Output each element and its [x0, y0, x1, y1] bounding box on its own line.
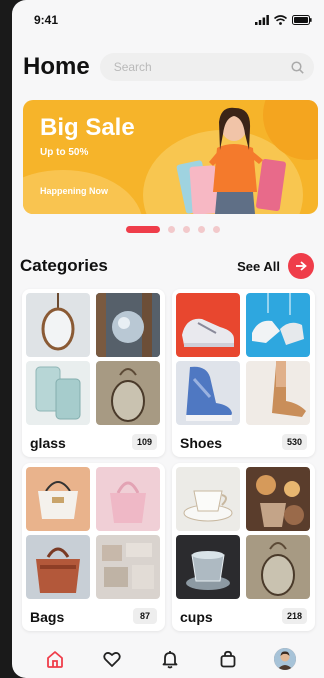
- phone-screen: 9:41 Home Search Big Sale Up to 50% Happ…: [12, 0, 324, 678]
- status-bar: 9:41: [12, 0, 324, 40]
- carousel-dot[interactable]: [198, 225, 205, 233]
- heart-icon[interactable]: [102, 649, 122, 669]
- category-name: glass: [30, 435, 66, 451]
- product-thumbnail: [26, 293, 90, 357]
- nav-home[interactable]: [40, 644, 70, 674]
- header: Home: [12, 50, 324, 84]
- category-card-shoes[interactable]: Shoes 530: [172, 289, 315, 457]
- carousel-dot[interactable]: [213, 225, 220, 233]
- search-icon[interactable]: [291, 60, 304, 74]
- search-bar[interactable]: [99, 53, 314, 81]
- product-thumbnail: [176, 293, 240, 357]
- nav-favorites[interactable]: [97, 644, 127, 674]
- bottom-navigation: [12, 640, 324, 678]
- category-count-badge: 87: [133, 608, 157, 624]
- product-thumbnail: [26, 467, 90, 531]
- category-count-badge: 109: [131, 434, 157, 450]
- category-count-badge: 218: [281, 608, 307, 624]
- product-thumbnail: [26, 535, 90, 599]
- product-thumbnail: [96, 467, 160, 531]
- product-thumbnail: [176, 361, 240, 425]
- product-thumbnail: [246, 467, 310, 531]
- bell-icon[interactable]: [160, 649, 180, 669]
- category-name: Bags: [30, 609, 65, 625]
- bag-icon[interactable]: [218, 649, 238, 669]
- product-thumbnail: [26, 361, 90, 425]
- see-all-button[interactable]: [288, 253, 314, 279]
- nav-notifications[interactable]: [155, 644, 185, 674]
- banner-title: Big Sale: [40, 114, 135, 141]
- category-card-glass[interactable]: glass 109: [22, 289, 165, 457]
- banner-subtitle: Up to 50%: [40, 147, 89, 158]
- search-input[interactable]: [113, 60, 291, 74]
- nav-profile[interactable]: [270, 644, 300, 674]
- category-card-cups[interactable]: cups 218: [172, 463, 315, 631]
- product-thumbnail: [176, 467, 240, 531]
- profile-avatar[interactable]: [274, 648, 297, 670]
- section-title: Categories: [20, 256, 108, 275]
- banner-note: Happening Now: [40, 186, 108, 196]
- category-card-bags[interactable]: Bags 87: [22, 463, 165, 631]
- banner-model-image: [176, 107, 286, 214]
- carousel-dot[interactable]: [183, 225, 190, 233]
- carousel-indicator[interactable]: [12, 224, 324, 234]
- see-all-label: See All: [237, 258, 280, 274]
- category-count-badge: 530: [281, 434, 307, 450]
- category-name: cups: [180, 609, 213, 625]
- carousel-dot[interactable]: [126, 225, 160, 233]
- page-title: Home: [23, 53, 90, 80]
- product-thumbnail: [96, 361, 160, 425]
- status-time: 9:41: [34, 13, 59, 27]
- product-thumbnail: [246, 293, 310, 357]
- promo-banner[interactable]: Big Sale Up to 50% Happening Now: [23, 100, 318, 214]
- product-thumbnail: [176, 535, 240, 599]
- categories-header: Categories See All: [12, 250, 324, 282]
- carousel-dot[interactable]: [168, 225, 175, 233]
- see-all-link[interactable]: See All: [237, 253, 314, 279]
- category-name: Shoes: [180, 435, 223, 451]
- signal-icon: [255, 15, 269, 25]
- product-thumbnail: [246, 535, 310, 599]
- product-thumbnail: [246, 361, 310, 425]
- battery-icon: [292, 15, 312, 25]
- nav-cart[interactable]: [213, 644, 243, 674]
- wifi-icon: [274, 15, 287, 25]
- arrow-right-icon: [296, 261, 307, 271]
- product-thumbnail: [96, 293, 160, 357]
- product-thumbnail: [96, 535, 160, 599]
- home-icon[interactable]: [45, 649, 65, 669]
